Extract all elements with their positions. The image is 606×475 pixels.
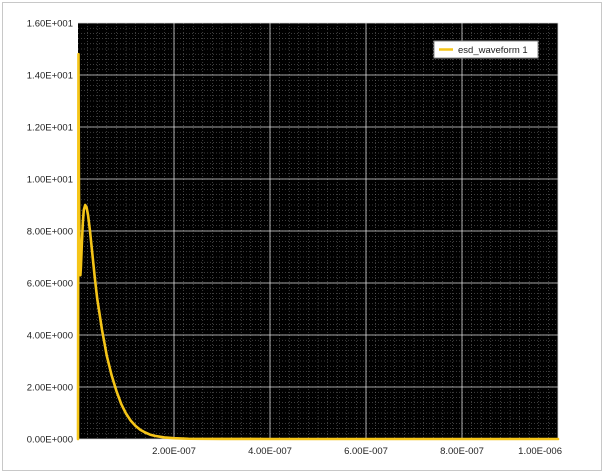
x-tick-label: 1.00E-006 xyxy=(518,446,562,457)
y-tick-label: 8.00E+000 xyxy=(27,227,73,238)
x-tick-label: 6.00E-007 xyxy=(344,446,388,457)
legend: esd_waveform 1 xyxy=(433,40,539,59)
x-axis-ticks: 2.00E-007 4.00E-007 6.00E-007 8.00E-007 1.00… xyxy=(152,446,562,457)
chart-svg: 0.00E+000 2.00E+000 4.00E+000 6.00E+000 8.00… xyxy=(27,19,562,458)
chart-frame: 0.00E+000 2.00E+000 4.00E+000 6.00E+000 8.00… xyxy=(2,2,602,471)
x-tick-label: 4.00E-007 xyxy=(248,446,292,457)
y-tick-label: 0.00E+000 xyxy=(27,435,73,446)
x-tick-label: 2.00E-007 xyxy=(152,446,196,457)
y-tick-label: 1.20E+001 xyxy=(27,123,73,134)
y-tick-label: 1.00E+001 xyxy=(27,175,73,186)
y-tick-label: 4.00E+000 xyxy=(27,331,73,342)
y-tick-label: 2.00E+000 xyxy=(27,383,73,394)
y-tick-label: 1.40E+001 xyxy=(27,71,73,82)
y-tick-label: 6.00E+000 xyxy=(27,279,73,290)
legend-label: esd_waveform 1 xyxy=(458,45,528,56)
y-tick-label: 1.60E+001 xyxy=(27,19,73,30)
y-axis-ticks: 0.00E+000 2.00E+000 4.00E+000 6.00E+000 8.00… xyxy=(27,19,73,446)
x-tick-label: 8.00E-007 xyxy=(440,446,484,457)
